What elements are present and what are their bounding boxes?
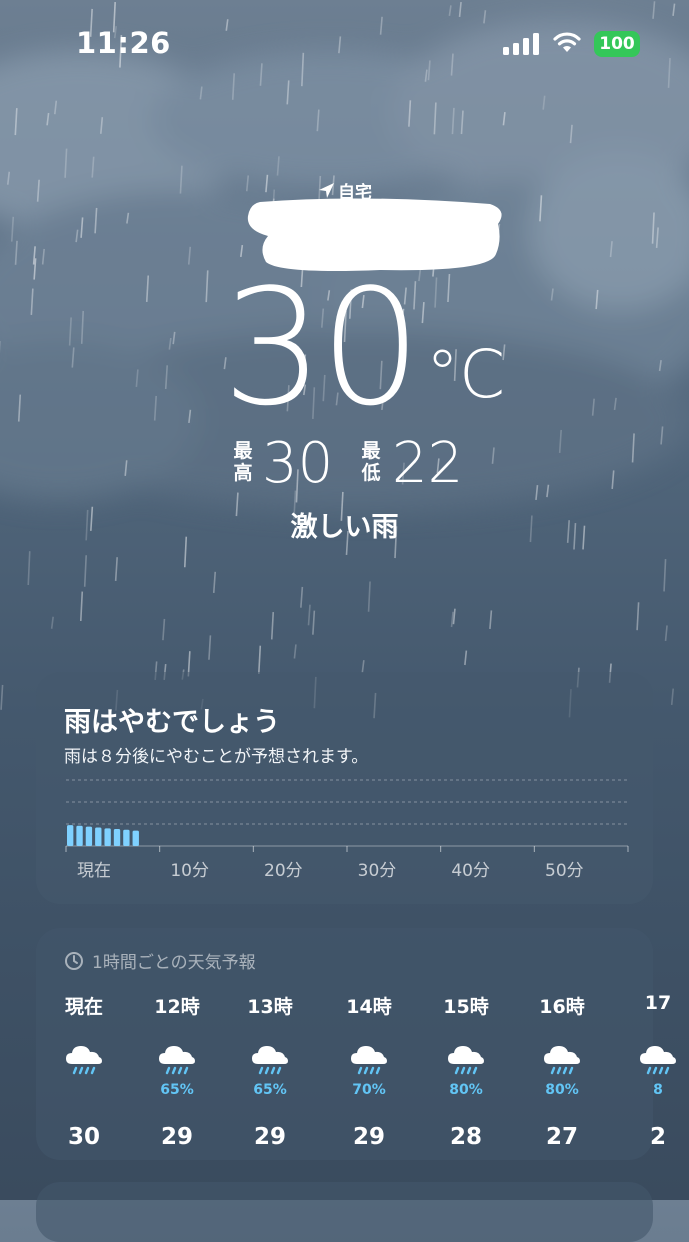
high-value: 30 — [262, 432, 333, 496]
hourly-item: 1782 — [618, 992, 689, 1150]
hourly-precip — [44, 1082, 124, 1100]
chart-axis-label: 現在 — [54, 856, 134, 881]
chart-axis-label: 50分 — [524, 856, 604, 881]
hourly-precip: 70% — [329, 1082, 409, 1100]
clock-icon — [64, 951, 84, 971]
low-value: 22 — [392, 432, 463, 496]
hourly-temp: 2 — [618, 1124, 689, 1150]
rain-icon — [637, 1042, 679, 1076]
rain-icon — [348, 1042, 390, 1076]
hourly-header: 1時間ごとの天気予報 — [64, 948, 256, 973]
precipitation-bar — [67, 825, 73, 846]
hourly-item: 16時 80% 27 — [522, 992, 602, 1150]
hourly-item: 15時 80% 28 — [426, 992, 506, 1150]
rain-icon — [541, 1042, 583, 1076]
chart-axis-label: 20分 — [243, 856, 323, 881]
cellular-signal-icon — [503, 33, 539, 55]
hourly-precip: 8 — [618, 1082, 689, 1100]
precipitation-bar — [104, 828, 110, 846]
hourly-temp: 29 — [230, 1124, 310, 1150]
precipitation-bar — [86, 827, 92, 846]
wifi-icon — [552, 30, 582, 54]
hourly-precip: 80% — [426, 1082, 506, 1100]
precipitation-card[interactable]: 雨はやむでしょう 雨は８分後にやむことが予想されます。 現在10分20分30分4… — [36, 672, 653, 904]
hourly-item: 12時 65% 29 — [137, 992, 217, 1150]
next-card[interactable] — [36, 1182, 653, 1242]
high-low: 最高 30 最低 22 — [230, 432, 480, 496]
hourly-time: 12時 — [137, 992, 217, 1020]
rain-icon — [156, 1042, 198, 1076]
temperature-unit: °C — [426, 342, 505, 408]
hourly-time: 17 — [618, 992, 689, 1020]
hourly-header-label: 1時間ごとの天気予報 — [92, 948, 256, 973]
current-temperature: 30 — [222, 268, 418, 428]
chart-axis-label: 40分 — [431, 856, 511, 881]
rain-icon — [63, 1042, 105, 1076]
hourly-temp: 29 — [329, 1124, 409, 1150]
rain-icon — [249, 1042, 291, 1076]
rain-icon — [445, 1042, 487, 1076]
high-label: 最高 — [230, 440, 256, 484]
precipitation-bar — [95, 828, 101, 846]
hourly-time: 15時 — [426, 992, 506, 1020]
battery-indicator: 100 — [594, 31, 640, 57]
hourly-forecast-card[interactable]: 1時間ごとの天気予報 現在3012時65%2913時65%2914時70%291… — [36, 928, 653, 1160]
status-time: 11:26 — [76, 26, 171, 60]
precipitation-bar — [114, 829, 120, 846]
hourly-temp: 30 — [44, 1124, 124, 1150]
hourly-temp: 29 — [137, 1124, 217, 1150]
hourly-item: 14時 70% 29 — [329, 992, 409, 1150]
hourly-time: 14時 — [329, 992, 409, 1020]
hourly-time: 現在 — [44, 992, 124, 1020]
precipitation-bar — [123, 830, 129, 846]
weather-condition: 激しい雨 — [0, 505, 689, 544]
status-bar: 11:26 100 — [0, 0, 689, 90]
hourly-temp: 27 — [522, 1124, 602, 1150]
precipitation-bar — [133, 831, 139, 846]
hourly-item: 現在 30 — [44, 992, 124, 1150]
hourly-precip: 65% — [230, 1082, 310, 1100]
hourly-temp: 28 — [426, 1124, 506, 1150]
hourly-precip: 80% — [522, 1082, 602, 1100]
hourly-item: 13時 65% 29 — [230, 992, 310, 1150]
low-label: 最低 — [358, 440, 384, 484]
chart-axis-label: 30分 — [337, 856, 417, 881]
hourly-time: 16時 — [522, 992, 602, 1020]
precipitation-bar — [76, 826, 82, 846]
hourly-time: 13時 — [230, 992, 310, 1020]
hourly-precip: 65% — [137, 1082, 217, 1100]
chart-axis-label: 10分 — [150, 856, 230, 881]
